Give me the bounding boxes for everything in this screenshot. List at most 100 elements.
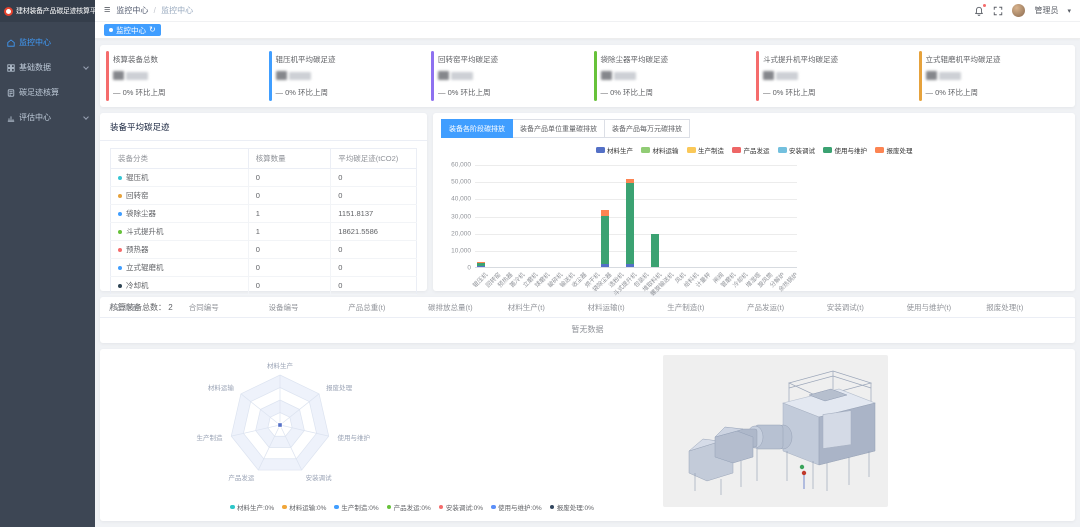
blurred-value (939, 72, 961, 80)
blurred-value (776, 72, 798, 80)
chevron-down-icon (83, 64, 89, 70)
stat-accent-bar (756, 51, 759, 101)
equipment-table-row[interactable]: 袋除尘器11151.8137 (111, 205, 417, 223)
grid-line (475, 165, 797, 166)
radar-legend-dot (230, 505, 235, 510)
legend-item[interactable]: 材料生产 (596, 145, 634, 155)
y-axis-label: 10,000 (445, 247, 471, 254)
stat-accent-bar (594, 51, 597, 101)
category-dot-icon (118, 194, 122, 198)
equipment-avg-footprint: 0 (331, 241, 417, 259)
sidebar-item-1[interactable]: 基础数据 (0, 55, 95, 80)
equipment-category-name: 辊压机 (126, 173, 149, 182)
stat-accent-bar (431, 51, 434, 101)
chart-tab-0[interactable]: 装备各阶段碳排放 (441, 119, 513, 138)
legend-swatch (732, 147, 741, 153)
stat-card-3: 袋除尘器平均碳足迹— 0% 环比上周 (588, 45, 751, 107)
breadcrumb-separator: / (154, 6, 156, 15)
sidebar-item-label: 基础数据 (19, 62, 51, 73)
stat-value-blurred (438, 71, 584, 80)
top-navbar: ≡ 监控中心 / 监控中心 管理员 ▾ (95, 0, 1080, 22)
legend-item[interactable]: 使用与维护 (823, 145, 867, 155)
equipment-col-header: 平均碳足迹(tCO2) (331, 149, 417, 169)
sidebar-item-3[interactable]: 评估中心 (0, 105, 95, 130)
blurred-value (451, 72, 473, 80)
equipment-avg-footprint: 1151.8137 (331, 205, 417, 223)
sidebar: 建材装备产品碳足迹核算平台 监控中心基础数据碳足迹核算评估中心 (0, 0, 95, 527)
legend-item[interactable]: 安装调试 (778, 145, 816, 155)
stat-delta-text: — 0% 环比上周 (113, 87, 259, 98)
blurred-value (126, 72, 148, 80)
notification-icon[interactable] (974, 6, 984, 16)
stat-label: 斗式提升机平均碳足迹 (763, 54, 909, 65)
stat-value-blurred (763, 71, 909, 80)
radar-legend-item[interactable]: 材料生产:0% (230, 502, 274, 512)
bar-10[interactable] (601, 210, 609, 267)
legend-label: 产品发运 (744, 145, 770, 155)
product-col-header: 设备编号 (269, 302, 349, 313)
bar-segment (477, 266, 485, 267)
stat-cards-row: 核算装备总数— 0% 环比上周辊压机平均碳足迹— 0% 环比上周回转窑平均碳足迹… (100, 45, 1075, 107)
stat-label: 袋除尘器平均碳足迹 (601, 54, 747, 65)
equipment-table-row[interactable]: 辊压机00 (111, 169, 417, 187)
equipment-table-row[interactable]: 回转窑00 (111, 187, 417, 205)
sidebar-item-label: 评估中心 (19, 112, 51, 123)
radar-legend-item[interactable]: 报废处理:0% (550, 502, 594, 512)
tag-refresh-icon[interactable]: ↻ (149, 26, 156, 34)
equipment-table-row[interactable]: 预热器00 (111, 241, 417, 259)
radar-legend-dot (550, 505, 555, 510)
chart-tab-1[interactable]: 装备产品单位重量碳排放 (513, 119, 605, 138)
category-dot-icon (118, 176, 122, 180)
sidebar-menu: 监控中心基础数据碳足迹核算评估中心 (0, 22, 95, 130)
legend-item[interactable]: 材料运输 (641, 145, 679, 155)
radar-legend-item[interactable]: 安装调试:0% (439, 502, 483, 512)
stat-card-1: 辊压机平均碳足迹— 0% 环比上周 (263, 45, 426, 107)
sidebar-item-label: 监控中心 (19, 37, 51, 48)
fullscreen-icon[interactable] (993, 6, 1003, 16)
equipment-table-row[interactable]: 斗式提升机118621.5586 (111, 223, 417, 241)
blurred-value (113, 71, 124, 80)
stat-delta-text: — 0% 环比上周 (926, 87, 1072, 98)
tab-monitor-center[interactable]: 监控中心 ↻ (104, 24, 161, 36)
user-name[interactable]: 管理员 (1034, 5, 1058, 16)
radar-legend-label: 生产制造:0% (341, 502, 378, 512)
database-icon (7, 64, 15, 72)
breadcrumb-root[interactable]: 监控中心 (116, 6, 148, 15)
stat-card-2: 回转窑平均碳足迹— 0% 环比上周 (425, 45, 588, 107)
radar-legend-item[interactable]: 生产制造:0% (334, 502, 378, 512)
legend-item[interactable]: 生产制造 (687, 145, 725, 155)
radar-legend-item[interactable]: 产品发运:0% (387, 502, 431, 512)
radar-legend-label: 材料运输:0% (289, 502, 326, 512)
blurred-value (289, 72, 311, 80)
chart-tab-2[interactable]: 装备产品每万元碳排放 (605, 119, 690, 138)
equipment-3d-image (663, 355, 888, 507)
equipment-table-row[interactable]: 立式辊磨机00 (111, 259, 417, 277)
user-avatar[interactable] (1012, 4, 1025, 17)
equipment-count: 1 (248, 223, 331, 241)
legend-swatch (596, 147, 605, 153)
bar-12[interactable] (626, 179, 634, 267)
blurred-value (276, 71, 287, 80)
radar-legend-label: 报废处理:0% (557, 502, 594, 512)
legend-item[interactable]: 报废处理 (875, 145, 913, 155)
sidebar-item-2[interactable]: 碳足迹核算 (0, 80, 95, 105)
equipment-avg-footprint: 0 (331, 259, 417, 277)
bar-14[interactable] (651, 234, 659, 267)
bar-0[interactable] (477, 262, 485, 267)
y-axis-label: 60,000 (445, 162, 471, 169)
equipment-count: 0 (248, 277, 331, 295)
hamburger-icon[interactable]: ≡ (104, 5, 110, 16)
user-menu-caret-icon[interactable]: ▾ (1067, 7, 1071, 15)
content-area: 核算装备总数— 0% 环比上周辊压机平均碳足迹— 0% 环比上周回转窑平均碳足迹… (95, 39, 1080, 527)
radar-legend-item[interactable]: 使用与维护:0% (491, 502, 542, 512)
legend-item[interactable]: 产品发运 (732, 145, 770, 155)
stat-delta-text: — 0% 环比上周 (276, 87, 422, 98)
equipment-category-name: 冷却机 (126, 281, 149, 290)
equipment-count: 0 (248, 187, 331, 205)
radar-legend-item[interactable]: 材料运输:0% (282, 502, 326, 512)
sidebar-item-0[interactable]: 监控中心 (0, 30, 95, 55)
y-axis-label: 50,000 (445, 179, 471, 186)
category-dot-icon (118, 266, 122, 270)
equipment-table-row[interactable]: 冷却机00 (111, 277, 417, 295)
y-axis-label: 30,000 (445, 213, 471, 220)
